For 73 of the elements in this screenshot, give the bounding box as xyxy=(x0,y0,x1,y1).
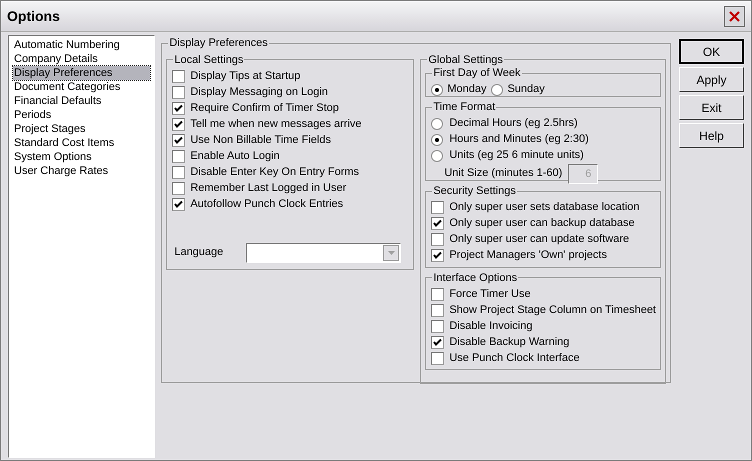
group-title: Local Settings xyxy=(173,52,244,68)
radio-button[interactable] xyxy=(431,150,444,162)
radio-button[interactable] xyxy=(491,84,504,96)
checkbox[interactable] xyxy=(431,336,444,348)
checkbox-label: Use Non Billable Time Fields xyxy=(190,132,331,148)
checkbox-label: Only super user can update software xyxy=(449,232,630,248)
checkbox[interactable] xyxy=(172,150,186,162)
checkbox-label: Project Managers 'Own' projects xyxy=(449,248,607,264)
radio-label: Sunday xyxy=(507,82,545,98)
radio-button[interactable] xyxy=(431,84,444,96)
checkbox-label: Use Punch Clock Interface xyxy=(449,350,580,366)
close-icon xyxy=(729,10,740,22)
checkbox[interactable] xyxy=(172,102,186,114)
radio-label: Monday xyxy=(447,82,486,98)
checkbox-label: Remember Last Logged in User xyxy=(190,180,346,196)
radio-label: Units (eg 25 6 minute units) xyxy=(449,148,584,164)
language-label: Language xyxy=(173,245,224,260)
radio-button[interactable] xyxy=(431,118,444,130)
group-title: Time Format xyxy=(432,100,496,115)
category-item[interactable]: Standard Cost Items xyxy=(13,136,150,150)
category-item[interactable]: Automatic Numbering xyxy=(13,38,150,52)
checkbox-label: Enable Auto Login xyxy=(190,148,280,164)
checkbox-label: Force Timer Use xyxy=(449,286,531,302)
checkbox[interactable] xyxy=(172,86,186,98)
checkbox-label: Disable Invoicing xyxy=(449,318,532,334)
dialog-button[interactable]: OK xyxy=(679,39,744,64)
checkbox-label: Require Confirm of Timer Stop xyxy=(190,100,339,116)
checkbox-label: Display Messaging on Login xyxy=(190,84,328,100)
checkbox[interactable] xyxy=(172,198,186,210)
group-title: Global Settings xyxy=(427,52,504,68)
window-title: Options xyxy=(7,6,60,26)
checkbox[interactable] xyxy=(172,166,186,178)
checkbox-label: Disable Backup Warning xyxy=(449,334,570,350)
checkbox-label: Tell me when new messages arrive xyxy=(190,116,362,132)
group-title: Interface Options xyxy=(432,270,518,286)
radio-label: Hours and Minutes (eg 2:30) xyxy=(449,132,589,148)
checkbox-label: Show Project Stage Column on Timesheet xyxy=(449,302,656,318)
dialog-button[interactable]: Exit xyxy=(679,95,744,120)
dropdown-arrow-icon xyxy=(388,250,395,254)
checkbox[interactable] xyxy=(172,134,186,146)
radio-label: Decimal Hours (eg 2.5hrs) xyxy=(449,116,578,132)
checkbox[interactable] xyxy=(431,217,444,230)
unit-size-label: Unit Size (minutes 1-60) xyxy=(444,166,562,182)
checkbox[interactable] xyxy=(431,304,444,316)
checkbox-label: Display Tips at Startup xyxy=(190,68,300,84)
checkbox[interactable] xyxy=(172,118,186,130)
checkbox-label: Autofollow Punch Clock Entries xyxy=(190,196,344,212)
checkbox-label: Disable Enter Key On Entry Forms xyxy=(190,164,360,180)
category-item[interactable]: Document Categories xyxy=(13,80,150,94)
dialog-button[interactable]: Apply xyxy=(679,67,744,92)
checkbox[interactable] xyxy=(431,288,444,300)
group-title: Display Preferences xyxy=(168,36,269,51)
dialog-button[interactable]: Help xyxy=(679,123,744,148)
checkbox[interactable] xyxy=(431,352,444,364)
category-item[interactable]: Financial Defaults xyxy=(13,94,150,108)
checkbox[interactable] xyxy=(431,201,444,214)
group-title: First Day of Week xyxy=(432,66,522,81)
checkbox[interactable] xyxy=(172,70,186,82)
category-item[interactable]: System Options xyxy=(13,150,150,164)
checkbox[interactable] xyxy=(431,249,444,262)
checkbox-label: Only super user can backup database xyxy=(449,216,635,232)
close-button[interactable] xyxy=(724,6,745,26)
radio-button[interactable] xyxy=(431,134,444,146)
category-item[interactable]: Display Preferences xyxy=(13,66,150,80)
category-item[interactable]: Company Details xyxy=(13,52,150,66)
category-item[interactable]: User Charge Rates xyxy=(13,164,150,178)
checkbox-label: Only super user sets database location xyxy=(449,200,640,216)
group-title: Security Settings xyxy=(432,184,517,199)
category-item[interactable]: Periods xyxy=(13,108,150,122)
checkbox[interactable] xyxy=(431,320,444,332)
checkbox[interactable] xyxy=(172,182,186,194)
checkbox[interactable] xyxy=(431,233,444,246)
category-item[interactable]: Project Stages xyxy=(13,122,150,136)
